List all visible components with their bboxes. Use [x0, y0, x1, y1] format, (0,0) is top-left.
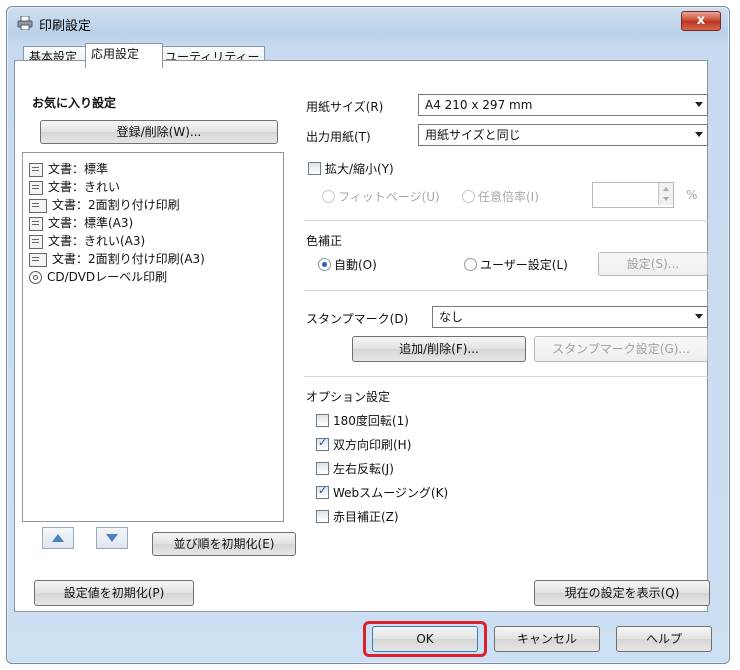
scale-label: 拡大/縮小(Y) — [325, 162, 394, 176]
color-correction-title: 色補正 — [306, 234, 343, 248]
list-item[interactable]: 文書：きれい — [29, 179, 120, 196]
move-down-button[interactable] — [96, 527, 128, 549]
favorites-list[interactable]: 文書：標準 文書：きれい 文書：2面割り付け印刷 文書：標準(A3) 文書：きれ… — [22, 152, 284, 522]
list-item[interactable]: CD/DVDレーベル印刷 — [29, 269, 167, 286]
fit-page-radio[interactable] — [322, 190, 335, 203]
divider — [304, 220, 708, 221]
list-item[interactable]: 文書：標準(A3) — [29, 215, 133, 232]
fit-page-label: フィットページ(U) — [338, 190, 440, 204]
bidirectional-checkbox[interactable]: ✓ — [316, 436, 329, 451]
web-smoothing-checkbox[interactable]: ✓ — [316, 484, 329, 499]
document-icon — [29, 216, 43, 231]
red-eye-label: 赤目補正(Z) — [333, 510, 399, 524]
chevron-down-icon — [695, 314, 703, 319]
document-icon — [29, 180, 43, 195]
printer-icon — [17, 16, 33, 30]
check-icon: ✓ — [318, 436, 328, 449]
color-settings-button[interactable]: 設定(S)... — [598, 252, 708, 276]
disc-icon — [29, 271, 42, 284]
web-smoothing-label: Webスムージング(K) — [333, 486, 449, 500]
add-delete-stamp-button[interactable]: 追加/削除(F)... — [352, 336, 526, 362]
chevron-down-icon — [695, 132, 703, 137]
list-item[interactable]: 文書：きれい(A3) — [29, 233, 145, 250]
title-bar: 印刷設定 x — [7, 7, 729, 39]
reset-settings-button[interactable]: 設定値を初期化(P) — [34, 580, 194, 606]
divider — [304, 376, 708, 377]
stamp-settings-button[interactable]: スタンプマーク設定(G)... — [534, 336, 708, 362]
stamp-mark-label: スタンプマーク(D) — [306, 312, 409, 326]
options-title: オプション設定 — [306, 390, 391, 404]
auto-radio[interactable] — [318, 258, 331, 271]
list-item[interactable]: 文書：2面割り付け印刷 — [29, 197, 180, 214]
window-title: 印刷設定 — [39, 19, 92, 34]
document-icon — [29, 234, 43, 249]
user-setting-radio[interactable] — [464, 258, 477, 271]
two-page-document-icon — [29, 252, 47, 267]
paper-size-label: 用紙サイズ(R) — [306, 100, 384, 114]
stepper-icon — [663, 187, 669, 201]
rotate-180-label: 180度回転(1) — [333, 414, 409, 428]
ok-button-highlight — [363, 621, 487, 657]
help-button[interactable]: ヘルプ — [616, 626, 712, 652]
any-ratio-radio[interactable] — [462, 190, 475, 203]
close-button[interactable]: x — [681, 11, 721, 31]
percent-unit: % — [686, 188, 698, 202]
auto-label: 自動(O) — [334, 258, 377, 272]
register-delete-button[interactable]: 登録/削除(W)... — [40, 120, 278, 144]
document-icon — [29, 162, 43, 177]
chevron-down-icon — [695, 102, 703, 107]
bidirectional-label: 双方向印刷(H) — [333, 438, 412, 452]
cancel-button[interactable]: キャンセル — [494, 626, 600, 652]
triangle-down-icon — [106, 534, 118, 542]
check-icon: ✓ — [318, 484, 328, 497]
ratio-stepper[interactable] — [592, 182, 674, 208]
output-paper-label: 出力用紙(T) — [306, 130, 371, 144]
close-icon: x — [696, 13, 706, 28]
user-setting-label: ユーザー設定(L) — [480, 258, 568, 272]
reset-order-button[interactable]: 並び順を初期化(E) — [152, 532, 296, 556]
tab-advanced-settings[interactable]: 応用設定 — [85, 43, 163, 68]
paper-size-select[interactable]: A4 210 x 297 mm — [418, 94, 708, 116]
mirror-label: 左右反転(J) — [333, 462, 394, 476]
two-page-document-icon — [29, 198, 47, 213]
move-up-button[interactable] — [42, 527, 74, 549]
divider — [304, 290, 708, 291]
scale-checkbox[interactable] — [308, 162, 321, 175]
show-current-settings-button[interactable]: 現在の設定を表示(Q) — [534, 580, 710, 606]
stamp-mark-select[interactable]: なし — [432, 306, 708, 328]
red-eye-checkbox[interactable] — [316, 510, 329, 523]
list-item[interactable]: 文書：標準 — [29, 161, 108, 178]
mirror-checkbox[interactable] — [316, 462, 329, 475]
favorites-title: お気に入り設定 — [32, 96, 117, 110]
any-ratio-label: 任意倍率(I) — [478, 190, 539, 204]
triangle-up-icon — [52, 534, 64, 542]
rotate-180-checkbox[interactable] — [316, 414, 329, 427]
stepper-arrows[interactable] — [658, 183, 673, 205]
output-paper-select[interactable]: 用紙サイズと同じ — [418, 124, 708, 146]
list-item[interactable]: 文書：2面割り付け印刷(A3) — [29, 251, 205, 268]
